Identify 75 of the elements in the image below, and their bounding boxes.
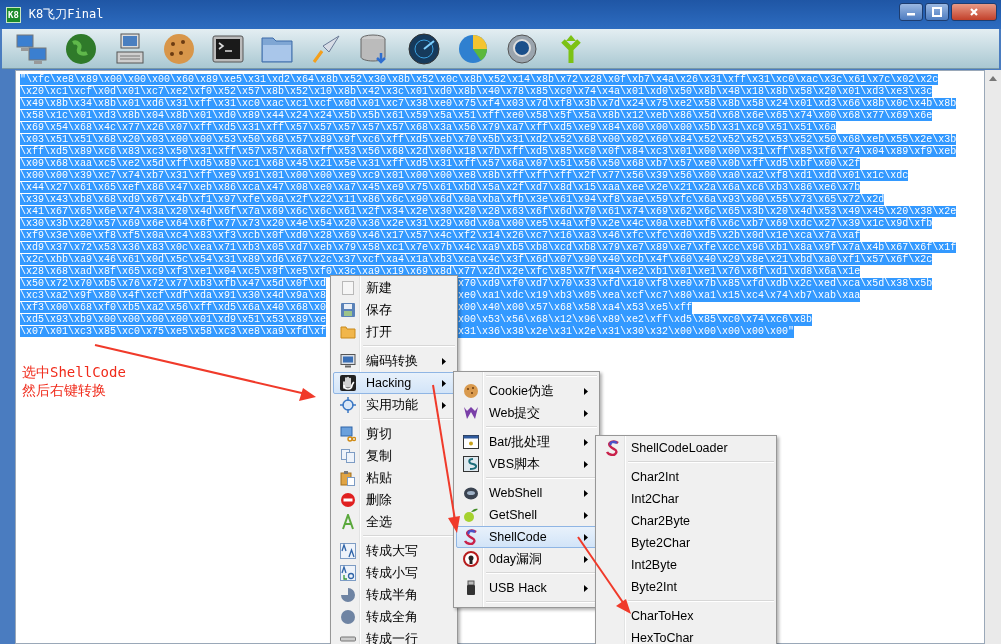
globe-icon[interactable] <box>65 32 97 65</box>
s-logo-icon <box>605 440 621 456</box>
terminal-icon[interactable] <box>212 32 244 65</box>
menu-item[interactable]: Byte2Int <box>598 576 774 598</box>
menu-item[interactable]: Int2Byte <box>598 554 774 576</box>
menu-item[interactable]: 转成小写 <box>333 562 455 584</box>
menu-item[interactable]: WebShell <box>456 482 597 504</box>
computer-icon[interactable] <box>114 32 146 65</box>
menu-item[interactable]: 粘贴 <box>333 467 455 489</box>
clipboard-icon <box>340 470 356 486</box>
script-icon <box>463 456 479 472</box>
window-icon <box>463 434 479 450</box>
menu-item[interactable]: 转成半角 <box>333 584 455 606</box>
menu-item[interactable]: ShellCodeLoader <box>598 437 774 459</box>
pie-chart-icon[interactable] <box>457 32 489 65</box>
w-logo-icon <box>463 405 479 421</box>
letter-a-icon <box>340 514 356 530</box>
text-case-icon <box>340 543 356 559</box>
menu-item[interactable]: 保存 <box>333 299 455 321</box>
menu-item[interactable]: Int2Char <box>598 488 774 510</box>
menu-item[interactable]: 编码转换 <box>333 350 455 372</box>
menu-item[interactable]: Hacking <box>333 372 455 394</box>
crosshair-icon <box>340 397 356 413</box>
lime-icon <box>463 507 479 523</box>
menu-item[interactable]: ShellCode <box>456 526 597 548</box>
text-case-icon <box>340 565 356 581</box>
maximize-button[interactable] <box>925 3 949 21</box>
menu-item[interactable]: GetShell <box>456 504 597 526</box>
window-title: K8飞刀Final <box>28 6 104 23</box>
cookie-icon <box>463 383 479 399</box>
menu-item[interactable]: Web提交 <box>456 402 597 424</box>
annotation-text: 然后右键转换 <box>22 381 107 399</box>
disc-icon <box>463 485 479 501</box>
menu-item[interactable]: CharToHex <box>598 605 774 627</box>
networked-computers-icon[interactable] <box>16 32 48 65</box>
menu-item[interactable]: 新建 <box>333 277 455 299</box>
menu-item[interactable]: HexToChar <box>598 627 774 644</box>
folder-icon <box>340 324 356 340</box>
menu-item[interactable]: Bat/批处理 <box>456 431 597 453</box>
monitor-icon <box>340 353 356 369</box>
maximize-icon <box>932 7 942 17</box>
scrollbar[interactable] <box>985 70 1001 644</box>
menu-item[interactable]: Char2Int <box>598 466 774 488</box>
circle-icon <box>340 609 356 625</box>
menu-item[interactable]: 删除 <box>333 489 455 511</box>
lens-icon[interactable] <box>506 32 538 65</box>
scroll-up-arrow-icon[interactable] <box>989 76 997 81</box>
cookie-icon[interactable] <box>163 32 195 65</box>
menu-item[interactable]: VBS脚本 <box>456 453 597 475</box>
menu-item[interactable]: Byte2Char <box>598 532 774 554</box>
menu-item[interactable]: 转成大写 <box>333 540 455 562</box>
radar-icon[interactable] <box>408 32 440 65</box>
pie-icon <box>340 587 356 603</box>
no-entry-icon <box>340 492 356 508</box>
menu-item[interactable]: 转成一行 <box>333 628 455 644</box>
menu-item[interactable]: 全选 <box>333 511 455 533</box>
annotation-text: 选中ShellCode <box>22 363 126 381</box>
s-logo-icon <box>463 529 479 545</box>
copy-icon <box>340 448 356 464</box>
menu-item[interactable]: 复制 <box>333 445 455 467</box>
hand-icon <box>340 375 356 391</box>
menu-item[interactable]: 转成全角 <box>333 606 455 628</box>
menu-item[interactable]: 实用功能 <box>333 394 455 416</box>
close-icon <box>969 7 979 17</box>
app-icon: K8 <box>6 6 21 23</box>
minimize-button[interactable] <box>899 3 923 21</box>
blank-page-icon <box>340 280 356 296</box>
menu-item[interactable]: 剪切 <box>333 423 455 445</box>
close-button[interactable] <box>951 3 997 21</box>
menu-item[interactable]: USB Hack <box>456 577 597 599</box>
menu-item[interactable]: 0day漏洞 <box>456 548 597 570</box>
lock-icon <box>463 551 479 567</box>
menu-item[interactable]: Cookie伪造 <box>456 380 597 402</box>
menu-item[interactable]: Char2Byte <box>598 510 774 532</box>
menu-item[interactable]: 打开 <box>333 321 455 343</box>
